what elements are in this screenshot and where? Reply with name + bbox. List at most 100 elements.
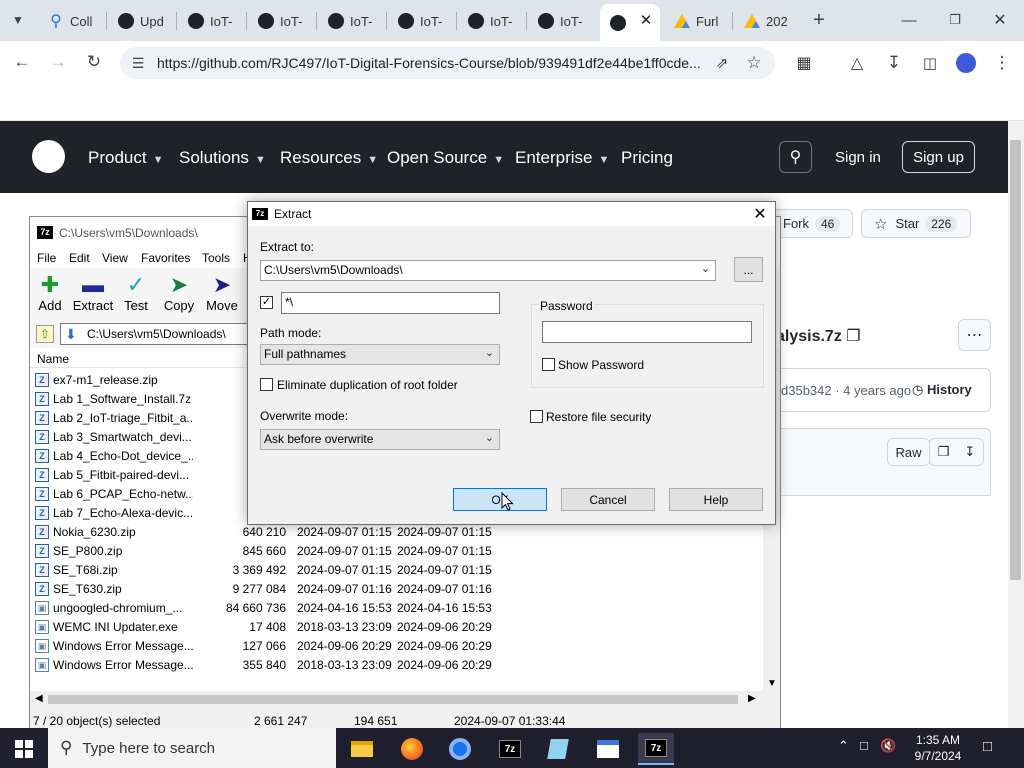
nav-open-source[interactable]: Open Source ▼	[387, 148, 504, 168]
menu-tools[interactable]: Tools	[202, 251, 230, 265]
fm-address-input[interactable]: ⬇ C:\Users\vm5\Downloads\	[60, 323, 250, 345]
chevron-down-icon[interactable]: ⌄	[701, 262, 710, 275]
menu-edit[interactable]: Edit	[69, 251, 90, 265]
close-tab-icon[interactable]: ✕	[632, 6, 660, 34]
github-logo-icon[interactable]	[32, 140, 65, 173]
profile-avatar[interactable]	[952, 49, 980, 77]
nav-pricing[interactable]: Pricing	[621, 148, 673, 168]
reload-icon[interactable]: ↻	[80, 48, 108, 76]
nav-resources[interactable]: Resources ▼	[280, 148, 378, 168]
bookmark-star-icon[interactable]: ☆	[740, 49, 768, 77]
menu-view[interactable]: View	[102, 251, 128, 265]
copy-icon[interactable]: ❐	[938, 444, 950, 460]
subfolder-input[interactable]: *\	[281, 292, 500, 314]
extract-button[interactable]: ▬ Extract	[71, 272, 115, 313]
browse-button[interactable]: ...	[734, 257, 763, 282]
table-row[interactable]: ▣ Windows Error Message... 355 840 2018-03-…	[30, 656, 763, 675]
raw-button[interactable]: Raw	[887, 438, 930, 466]
back-icon[interactable]: ←	[8, 48, 36, 76]
table-row[interactable]: Z SE_T630.zip 9 277 084 2024-09-07 01:16 202…	[30, 580, 763, 599]
test-button[interactable]: ✓ Test	[114, 272, 158, 313]
menu-file[interactable]: File	[37, 251, 56, 265]
browser-tab[interactable]: IoT-	[388, 6, 454, 36]
notifications-icon[interactable]: □	[983, 738, 992, 755]
network-icon[interactable]: □	[860, 738, 868, 753]
close-window-icon[interactable]: ✕	[986, 6, 1014, 34]
star-button[interactable]: ☆ Star 226	[861, 209, 971, 238]
browser-tab[interactable]: 202	[734, 6, 800, 36]
lab-flask-icon[interactable]: △	[843, 49, 871, 77]
path-mode-select[interactable]: Full pathnames ⌄	[260, 344, 500, 365]
url-text[interactable]: https://github.com/RJC497/IoT-Digital-Fo…	[157, 55, 705, 71]
restore-icon[interactable]: ❐	[941, 6, 969, 34]
browser-tab[interactable]: IoT-	[528, 6, 594, 36]
7zip-taskbar-icon[interactable]: 7z	[492, 733, 528, 765]
download-icon[interactable]: ↧	[880, 49, 908, 77]
restore-security-checkbox[interactable]	[530, 410, 543, 423]
dialog-title-bar[interactable]: 7z Extract ✕	[248, 202, 775, 226]
file-explorer-icon[interactable]	[344, 733, 380, 765]
fm-horizontal-scroll-thumb[interactable]	[48, 695, 738, 704]
firefox-icon[interactable]	[394, 733, 430, 765]
table-row[interactable]: ▣ ungoogled-chromium_... 84 660 736 2024-04…	[30, 599, 763, 618]
menu-kebab-icon[interactable]: ⋮	[988, 49, 1016, 77]
download-icon[interactable]: ↧	[964, 444, 975, 460]
help-button[interactable]: Help	[669, 488, 763, 511]
nav-solutions[interactable]: Solutions ▼	[179, 148, 266, 168]
nav-product[interactable]: Product ▼	[88, 148, 163, 168]
browser-tab[interactable]: IoT-	[178, 6, 244, 36]
more-options-icon[interactable]: ⋯	[958, 319, 991, 351]
tab-search-chevron-icon[interactable]: ▼	[4, 6, 32, 34]
open-in-app-icon[interactable]: ⇗	[708, 49, 736, 77]
table-row[interactable]: ▣ Windows Error Message... 127 066 2024-09-…	[30, 637, 763, 656]
taskbar-clock[interactable]: 1:35 AM 9/7/2024	[900, 732, 976, 764]
menu-favorites[interactable]: Favorites	[141, 251, 190, 265]
new-tab-button[interactable]: +	[805, 6, 833, 34]
copy-path-icon[interactable]: ❐	[846, 328, 860, 345]
show-password-checkbox[interactable]	[542, 358, 555, 371]
extensions-icon[interactable]: ▦	[790, 49, 818, 77]
window-app-icon[interactable]	[590, 733, 626, 765]
forward-icon[interactable]: →	[44, 48, 72, 76]
history-link[interactable]: ◷ History	[912, 382, 972, 398]
site-info-icon[interactable]: ☰	[124, 49, 152, 77]
close-icon[interactable]: ✕	[748, 204, 772, 224]
sign-up-button[interactable]: Sign up	[902, 141, 975, 173]
move-button[interactable]: ➤ Move	[200, 272, 244, 313]
app-icon[interactable]	[540, 733, 576, 765]
windows-start-icon[interactable]	[6, 733, 42, 765]
minimize-icon[interactable]: —	[895, 6, 923, 34]
fork-button[interactable]: Fork 46	[770, 209, 853, 238]
chevron-down-icon[interactable]: ⌄	[485, 346, 494, 359]
side-panel-icon[interactable]: ◫	[916, 49, 944, 77]
browser-tab[interactable]: IoT-	[318, 6, 384, 36]
nav-enterprise[interactable]: Enterprise ▼	[515, 148, 609, 168]
browser-tab[interactable]: Upd	[108, 6, 174, 36]
chevron-down-icon[interactable]: ⌄	[485, 431, 494, 444]
table-row[interactable]: Z SE_T68i.zip 3 369 492 2024-09-07 01:15 202…	[30, 561, 763, 580]
up-folder-icon[interactable]: ⇧	[36, 325, 54, 343]
sign-in-link[interactable]: Sign in	[835, 149, 881, 166]
browser-tab[interactable]: IoT-	[458, 6, 524, 36]
chrome-icon[interactable]	[442, 733, 478, 765]
7zip-active-taskbar-icon[interactable]: 7z	[638, 733, 674, 765]
copy-button[interactable]: ➤ Copy	[157, 272, 201, 313]
scroll-down-icon[interactable]: ▼	[767, 678, 777, 689]
cancel-button[interactable]: Cancel	[561, 488, 655, 511]
overwrite-mode-select[interactable]: Ask before overwrite ⌄	[260, 429, 500, 450]
taskbar-search-box[interactable]: ⚲ Type here to search	[48, 728, 336, 768]
col-name-header[interactable]: Name	[37, 352, 69, 366]
dropdown-arrow-icon[interactable]: ⬇	[65, 326, 77, 343]
eliminate-duplication-checkbox[interactable]	[260, 378, 273, 391]
password-input[interactable]	[542, 321, 752, 343]
ok-button[interactable]: OK	[453, 488, 547, 511]
scroll-right-icon[interactable]: ▶	[748, 693, 756, 704]
commit-info[interactable]: d35b342 · 4 years ago	[781, 383, 911, 398]
extract-to-combobox[interactable]: C:\Users\vm5\Downloads\ ⌄	[260, 260, 716, 281]
browser-tab[interactable]: Furl	[664, 6, 730, 36]
chevron-up-icon[interactable]: ⌃	[838, 738, 849, 754]
add-button[interactable]: ✚ Add	[28, 272, 72, 313]
page-scrollbar-thumb[interactable]	[1010, 140, 1021, 580]
browser-tab[interactable]: ⚲ Coll	[38, 6, 104, 36]
subfolder-checkbox[interactable]: ✓	[260, 296, 273, 309]
